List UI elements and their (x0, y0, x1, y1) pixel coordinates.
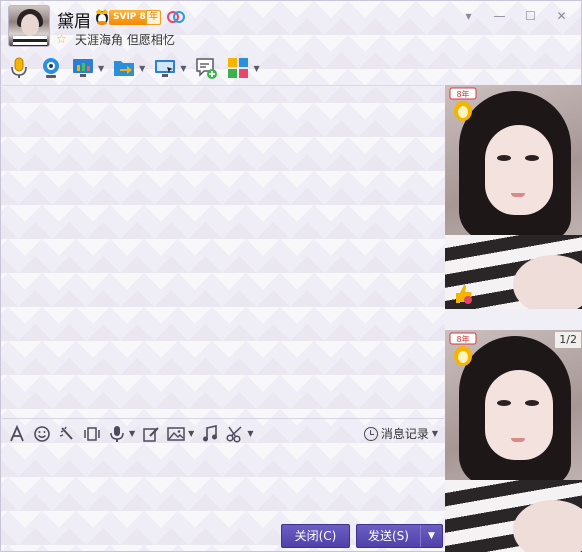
maximize-button[interactable]: ☐ (515, 7, 546, 25)
edit-button[interactable] (142, 425, 160, 443)
screenshot-frame-icon (84, 426, 100, 441)
screenshot-frame-button[interactable] (83, 425, 101, 443)
message-history-label: 消息记录 (380, 427, 429, 441)
photo-gap (445, 309, 582, 330)
image-icon (167, 426, 185, 441)
minimize-button[interactable]: — (484, 7, 515, 25)
voice-message-icon (110, 425, 124, 442)
avatar[interactable] (8, 5, 50, 47)
chevron-down-icon[interactable]: ▼ (188, 429, 194, 438)
emoji-icon (34, 425, 50, 442)
chevron-down-icon[interactable]: ▼ (180, 64, 186, 73)
emoji-button[interactable] (33, 425, 51, 443)
music-button[interactable] (201, 424, 219, 443)
apps-icon (228, 58, 249, 78)
star-icon: ☆ (56, 32, 67, 46)
remote-desktop-button[interactable]: ▼ (153, 53, 186, 83)
action-buttons: 关闭(C) 发送(S) ▼ (281, 524, 443, 548)
personal-signature: 天涯海角 但愿相忆 (75, 33, 175, 47)
voice-call-button[interactable] (7, 53, 31, 83)
close-button[interactable]: 关闭(C) (281, 524, 350, 548)
clock-icon (363, 426, 378, 441)
chevron-down-icon[interactable]: ▼ (253, 64, 259, 73)
chat-window: 黛眉 SVIP 8 年 ☆ 天涯海角 但愿相忆 ▾ — ☐ ✕ ▼ ▼ ▼ ▼ … (0, 0, 582, 552)
new-discussion-button[interactable] (194, 53, 218, 83)
file-transfer-icon (114, 61, 135, 76)
shake-icon (59, 426, 73, 440)
contact-show-photo[interactable]: 8年 1/2 (445, 330, 582, 552)
screen-share-icon (73, 59, 93, 77)
send-options-dropdown[interactable]: ▼ (420, 525, 442, 547)
main-toolbar: ▼ ▼ ▼ ▼ (1, 51, 582, 85)
new-chat-icon (196, 58, 218, 79)
svip-badge[interactable]: SVIP 8 (109, 10, 150, 25)
chevron-down-icon[interactable]: ▼ (139, 64, 145, 73)
chevron-down-icon[interactable]: ▼ (247, 429, 253, 438)
chevron-down-icon[interactable]: ▼ (129, 429, 135, 438)
vip-year-badge-icon: 8年 (449, 87, 477, 121)
video-call-button[interactable] (39, 53, 63, 83)
input-toolbar: ▼ ▼ ▼ 消息记录 ▼ (2, 418, 444, 448)
file-transfer-button[interactable]: ▼ (112, 53, 145, 83)
microphone-icon (11, 57, 27, 78)
message-history-area[interactable] (2, 85, 444, 418)
window-controls: ▾ — ☐ ✕ (453, 7, 577, 25)
svg-text:8年: 8年 (456, 334, 469, 344)
close-window-button[interactable]: ✕ (546, 7, 577, 25)
chat-header: 黛眉 SVIP 8 年 ☆ 天涯海角 但愿相忆 ▾ — ☐ ✕ (1, 1, 582, 51)
chevron-down-icon: ▼ (431, 429, 438, 438)
message-input[interactable] (2, 448, 444, 522)
contact-show-photo[interactable]: 8年 (445, 85, 582, 309)
webcam-icon (43, 58, 59, 78)
screen-share-button[interactable]: ▼ (71, 53, 104, 83)
shake-button[interactable] (58, 425, 76, 443)
thumbs-up-icon[interactable] (453, 283, 473, 305)
screenshot-button[interactable]: ▼ (226, 425, 253, 443)
voice-message-button[interactable]: ▼ (108, 425, 135, 443)
year-badge[interactable]: 年 (146, 10, 161, 25)
send-button-label: 发送(S) (368, 529, 409, 543)
edit-icon (143, 426, 159, 442)
send-button[interactable]: 发送(S) ▼ (356, 524, 443, 548)
photo-page-counter: 1/2 (555, 332, 581, 348)
scissors-icon (226, 425, 242, 443)
vip-year-badge-icon: 8年 (449, 332, 477, 366)
image-button[interactable]: ▼ (167, 425, 194, 443)
music-icon (203, 424, 218, 441)
dropdown-menu-button[interactable]: ▾ (453, 7, 484, 25)
font-icon (10, 424, 24, 441)
apps-button[interactable]: ▼ (226, 53, 260, 83)
linked-account-icon[interactable] (166, 9, 186, 25)
contact-nickname[interactable]: 黛眉 (57, 7, 91, 32)
remote-desktop-icon (155, 60, 176, 77)
chevron-down-icon[interactable]: ▼ (98, 64, 104, 73)
font-button[interactable] (8, 424, 26, 443)
svg-text:8年: 8年 (456, 89, 469, 99)
message-history-button[interactable]: 消息记录 ▼ (363, 425, 438, 442)
